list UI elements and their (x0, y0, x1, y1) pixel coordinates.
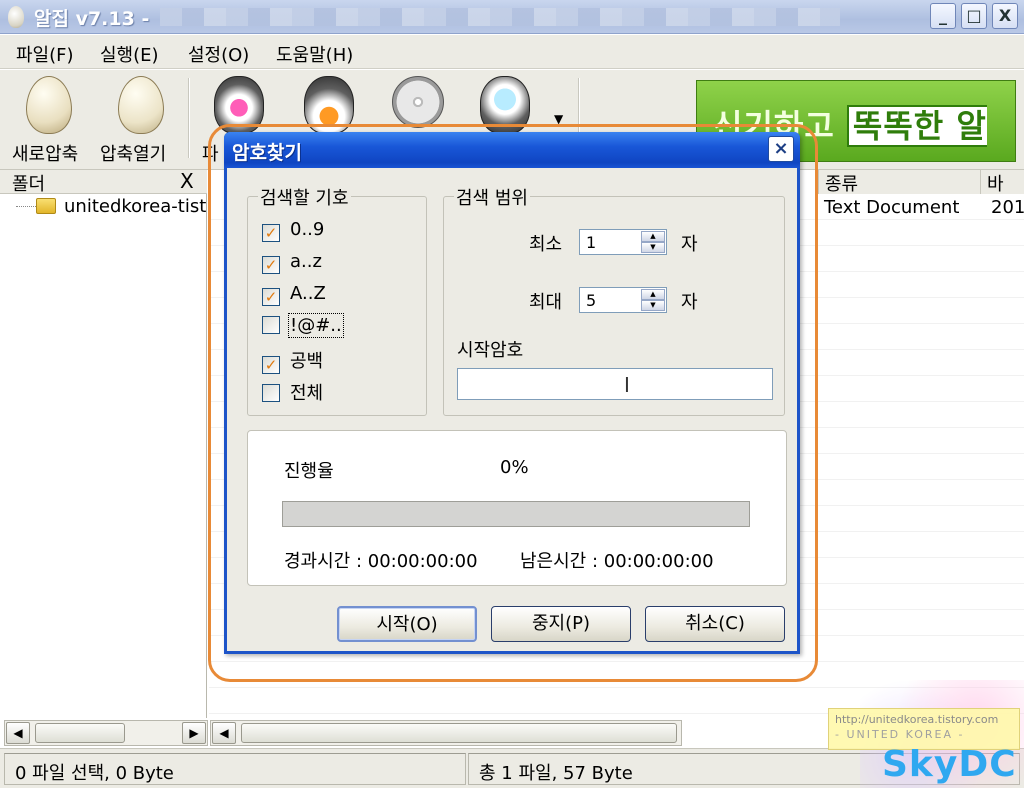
checkbox-uppercase-box[interactable]: ✓ (262, 288, 280, 306)
spin-down-icon[interactable]: ▼ (641, 242, 665, 253)
cancel-button[interactable]: 취소(C) (645, 606, 785, 642)
checkbox-digits[interactable]: ✓ 0..9 (262, 219, 324, 242)
start-password-label: 시작암호 (457, 340, 524, 361)
checkbox-space-box[interactable]: ✓ (262, 356, 280, 374)
dialog-title: 암호찾기 (232, 142, 302, 164)
folder-panel-close-button[interactable]: X (180, 169, 194, 193)
checkbox-uppercase-label: A..Z (290, 283, 326, 304)
menu-help[interactable]: 도움말(H) (276, 41, 353, 67)
scroll-right-icon[interactable]: ▶ (182, 722, 206, 744)
scroll-left-icon[interactable]: ◀ (212, 722, 236, 744)
title-bar: 알집 v7.13 - _ □ X (0, 0, 1024, 34)
dialog-close-button[interactable]: × (768, 136, 794, 162)
tree-item[interactable]: unitedkorea-tist (18, 196, 206, 217)
scroll-thumb[interactable] (35, 723, 125, 743)
folder-icon (36, 198, 56, 214)
spin-down-icon[interactable]: ▼ (641, 300, 665, 311)
maximize-button[interactable]: □ (961, 3, 987, 29)
app-egg-icon (8, 6, 24, 28)
open-archive-button[interactable]: 압축열기 (100, 76, 166, 165)
min-unit-label: 자 (681, 234, 698, 255)
spin-up-icon[interactable]: ▲ (641, 231, 665, 242)
menu-run[interactable]: 실행(E) (100, 41, 159, 67)
file-date-cell: 201 (991, 197, 1024, 218)
minimize-button[interactable]: _ (930, 3, 956, 29)
column-header-type[interactable]: 종류 (818, 170, 980, 195)
elapsed-time: 경과시간 : 00:00:00:00 (284, 551, 478, 572)
progress-percent: 0% (500, 457, 529, 478)
max-length-label: 최대 (529, 292, 563, 313)
max-length-spinner[interactable]: 5 ▲ ▼ (579, 287, 667, 313)
watermark-url: http://unitedkorea.tistory.com (835, 713, 999, 726)
scroll-left-icon[interactable]: ◀ (6, 722, 30, 744)
progress-bar (282, 501, 750, 527)
remaining-time: 남은시간 : 00:00:00:00 (520, 551, 714, 572)
start-button[interactable]: 시작(O) (337, 606, 477, 642)
min-length-spinner[interactable]: 1 ▲ ▼ (579, 229, 667, 255)
folder-panel-title: 폴더 (12, 174, 46, 195)
menu-file[interactable]: 파일(F) (16, 41, 74, 67)
close-window-button[interactable]: X (992, 3, 1018, 29)
folder-hscroll[interactable]: ◀ ▶ (4, 720, 208, 746)
checkbox-space-label: 공백 (290, 351, 324, 372)
progress-panel: 진행율 0% 경과시간 : 00:00:00:00 남은시간 : 00:00:0… (247, 430, 787, 586)
list-hscroll[interactable]: ◀ (210, 720, 682, 746)
search-range-group-label: 검색 범위 (454, 184, 530, 210)
spinner-buttons[interactable]: ▲ ▼ (641, 289, 665, 311)
password-search-dialog: 암호찾기 × 검색할 기호 ✓ 0..9 ✓ a..z ✓ A..Z !@#.. ✓ 공… (224, 132, 800, 654)
checkbox-all-box[interactable] (262, 384, 280, 402)
text-cursor-icon: I (624, 373, 630, 397)
checkbox-special-box[interactable] (262, 316, 280, 334)
file-type-cell: Text Document (824, 197, 960, 218)
checkbox-all[interactable]: 전체 (262, 379, 323, 405)
checkbox-special-label: !@#.. (288, 313, 344, 338)
stop-button[interactable]: 중지(P) (491, 606, 631, 642)
menu-settings[interactable]: 설정(O) (188, 41, 249, 67)
column-header-type-label: 종류 (825, 174, 859, 195)
spinner-buttons[interactable]: ▲ ▼ (641, 231, 665, 253)
folder-tree: unitedkorea-tist (0, 194, 207, 718)
symbols-group: 검색할 기호 ✓ 0..9 ✓ a..z ✓ A..Z !@#.. ✓ 공백 전체 (247, 184, 427, 416)
checkbox-all-label: 전체 (290, 383, 324, 404)
status-selection: 0 파일 선택, 0 Byte (4, 753, 466, 785)
scroll-thumb[interactable] (241, 723, 677, 743)
checkbox-lowercase[interactable]: ✓ a..z (262, 251, 322, 274)
egg-icon (26, 76, 72, 134)
min-length-label: 최소 (529, 234, 563, 255)
checkbox-uppercase[interactable]: ✓ A..Z (262, 283, 326, 306)
max-unit-label: 자 (681, 292, 698, 313)
cracked-egg-icon (118, 76, 164, 134)
start-password-input[interactable]: I (457, 368, 773, 400)
column-header-date-label: 바 (987, 174, 1004, 195)
folder-panel-header: 폴더 X (0, 169, 207, 195)
window-title: 알집 v7.13 - (34, 8, 150, 30)
dialog-title-bar: 암호찾기 × (224, 132, 800, 168)
spin-up-icon[interactable]: ▲ (641, 289, 665, 300)
open-archive-label: 압축열기 (100, 144, 167, 165)
checkbox-special[interactable]: !@#.. (262, 313, 344, 338)
checkbox-digits-box[interactable]: ✓ (262, 224, 280, 242)
symbols-group-label: 검색할 기호 (258, 184, 351, 210)
max-length-value: 5 (586, 291, 597, 310)
disc-icon (392, 76, 444, 128)
tree-item-label: unitedkorea-tist (64, 196, 207, 217)
checkbox-lowercase-label: a..z (290, 251, 322, 272)
toolbar-separator (188, 78, 190, 158)
toolbar-disc-button[interactable] (392, 76, 444, 128)
progress-label: 진행율 (284, 461, 334, 482)
watermark-brand: SkyDC (882, 744, 1017, 785)
new-archive-label: 새로압축 (12, 144, 79, 165)
min-length-value: 1 (586, 233, 597, 252)
checkbox-digits-label: 0..9 (290, 219, 325, 240)
blurred-title-text (160, 8, 840, 26)
menu-bar: 파일(F) 실행(E) 설정(O) 도움말(H) (0, 35, 1024, 69)
checkbox-lowercase-box[interactable]: ✓ (262, 256, 280, 274)
watermark-tag: - UNITED KOREA - (835, 728, 965, 741)
column-header-date[interactable]: 바 (980, 170, 1024, 195)
new-archive-button[interactable]: 새로압축 (12, 76, 78, 165)
checkbox-space[interactable]: ✓ 공백 (262, 347, 323, 374)
